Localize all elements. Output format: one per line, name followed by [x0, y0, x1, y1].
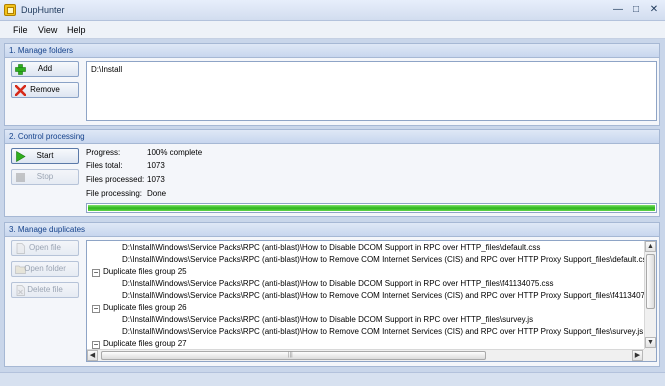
open-folder-button[interactable]: Open folder [11, 261, 79, 277]
open-file-icon [16, 243, 25, 254]
stop-label: Stop [36, 172, 54, 181]
collapse-toggle[interactable]: − [92, 269, 100, 277]
open-file-button[interactable]: Open file [11, 240, 79, 256]
file-processing-label: File processing: [86, 189, 143, 198]
progress-bar-fill [88, 205, 655, 211]
tree-file-row[interactable]: D:\Install\Windows\Service Packs\RPC (an… [122, 279, 554, 288]
files-total-label: Files total: [86, 161, 123, 170]
add-button[interactable]: Add [11, 61, 79, 77]
horizontal-scrollbar[interactable]: ◀ ||| ▶ [87, 349, 644, 361]
remove-label: Remove [30, 85, 60, 94]
files-processed-label: Files processed: [86, 175, 145, 184]
delete-file-icon [16, 285, 25, 296]
horizontal-scroll-thumb[interactable]: ||| [101, 351, 486, 360]
files-total-value: 1073 [147, 161, 165, 170]
tree-file-row[interactable]: D:\Install\Windows\Service Packs\RPC (an… [122, 243, 540, 252]
x-icon [15, 85, 26, 96]
progress-bar [86, 203, 657, 213]
start-label: Start [36, 151, 54, 160]
tree-group-row[interactable]: Duplicate files group 25 [103, 267, 187, 276]
remove-button[interactable]: Remove [11, 82, 79, 98]
menu-file[interactable]: File [13, 25, 28, 35]
open-file-label: Open file [28, 243, 62, 252]
manage-duplicates-header: 3. Manage duplicates [5, 223, 659, 237]
open-folder-label: Open folder [24, 264, 66, 273]
delete-file-label: Delete file [27, 285, 63, 294]
tree-file-row[interactable]: D:\Install\Windows\Service Packs\RPC (an… [122, 255, 650, 264]
play-icon [16, 151, 26, 162]
folder-item[interactable]: D:\Install [87, 62, 656, 74]
close-button[interactable]: ✕ [646, 3, 662, 16]
scroll-left-icon[interactable]: ◀ [87, 350, 98, 361]
menu-help[interactable]: Help [67, 25, 86, 35]
menu-view[interactable]: View [38, 25, 57, 35]
vertical-scrollbar[interactable]: ▲ ▼ [644, 241, 656, 349]
file-processing-value: Done [147, 189, 167, 198]
vertical-scroll-thumb[interactable] [646, 254, 655, 309]
stop-icon [16, 173, 25, 182]
tree-group-row[interactable]: Duplicate files group 27 [103, 339, 187, 348]
start-button[interactable]: Start [11, 148, 79, 164]
control-processing-panel: 2. Control processing Start Stop Progres… [4, 129, 660, 217]
scroll-right-icon[interactable]: ▶ [632, 350, 643, 361]
tree-file-row[interactable]: D:\Install\Windows\Service Packs\RPC (an… [122, 291, 656, 300]
manage-duplicates-panel: 3. Manage duplicates Open file Open fold… [4, 222, 660, 367]
minimize-button[interactable]: — [610, 3, 626, 16]
app-icon [4, 4, 16, 16]
manage-folders-panel: 1. Manage folders Add Remove D:\Install [4, 43, 660, 126]
files-processed-value: 1073 [147, 175, 165, 184]
title-bar: DupHunter — □ ✕ [0, 0, 665, 21]
tree-file-row[interactable]: D:\Install\Windows\Service Packs\RPC (an… [122, 315, 533, 324]
stop-button[interactable]: Stop [11, 169, 79, 185]
tree-group-row[interactable]: Duplicate files group 26 [103, 303, 187, 312]
scroll-up-icon[interactable]: ▲ [645, 241, 656, 252]
progress-label: Progress: [86, 148, 121, 157]
scroll-corner [644, 349, 656, 361]
scroll-down-icon[interactable]: ▼ [645, 337, 656, 348]
tree-file-row[interactable]: D:\Install\Windows\Service Packs\RPC (an… [122, 327, 643, 336]
status-bar [0, 372, 665, 386]
maximize-button[interactable]: □ [628, 3, 644, 16]
plus-icon [15, 64, 26, 75]
collapse-toggle[interactable]: − [92, 341, 100, 349]
menu-bar: File View Help [0, 21, 665, 39]
add-label: Add [37, 64, 53, 73]
folders-list[interactable]: D:\Install [86, 61, 657, 121]
window-title: DupHunter [21, 5, 65, 15]
delete-file-button[interactable]: Delete file [11, 282, 79, 298]
duplicates-tree[interactable]: D:\Install\Windows\Service Packs\RPC (an… [86, 240, 657, 362]
open-folder-icon [15, 265, 26, 274]
progress-value: 100% complete [147, 148, 203, 157]
control-processing-header: 2. Control processing [5, 130, 659, 144]
manage-folders-header: 1. Manage folders [5, 44, 659, 58]
collapse-toggle[interactable]: − [92, 305, 100, 313]
grip-icon: ||| [288, 352, 293, 358]
